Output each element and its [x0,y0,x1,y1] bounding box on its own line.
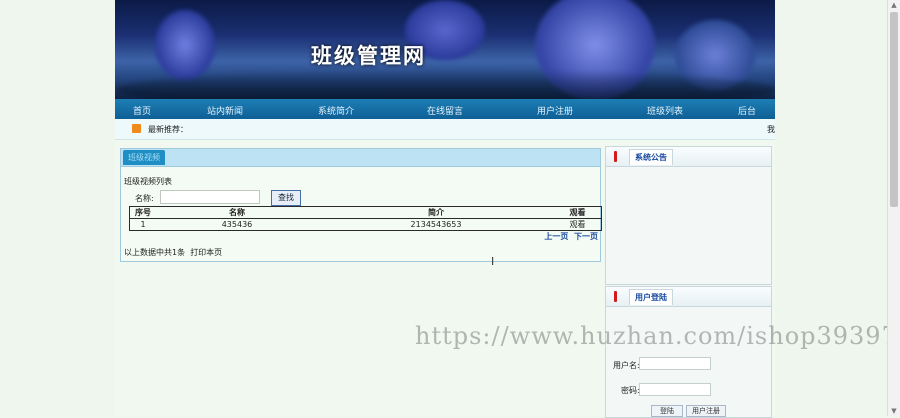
record-count: 以上数据中共1条 [124,248,186,257]
row-intro: 2134543653 [410,220,462,229]
tab-class-video[interactable]: 班级视频 [123,150,165,165]
name-label: 名称: [135,194,154,203]
search-button[interactable]: 查找 [271,190,301,206]
banner: 班级管理网 [115,0,775,99]
username-input[interactable] [639,357,711,370]
row-name: 435436 [221,220,253,229]
username-label: 用户名: [613,361,640,370]
password-label: 密码: [621,386,640,395]
recommend-label: 最新推荐： [148,125,188,134]
page: 班级管理网 首页 站内新闻 系统简介 在线留言 用户注册 班级列表 后台 最新推… [115,0,775,418]
table-header: 序号 名称 简介 观看 [129,206,602,219]
rss-icon [132,124,141,133]
nav-about[interactable]: 系统简介 [318,104,354,117]
watch-link[interactable]: 观看 [554,219,602,231]
info-icon [614,151,617,162]
password-input[interactable] [639,383,711,396]
login-panel: 用户登陆 用户名: 密码: 登陆 用户注册 [605,286,772,418]
scroll-up-icon[interactable]: ▲ [890,1,898,9]
nav-admin[interactable]: 后台 [738,104,756,117]
vertical-scrollbar[interactable]: ▲ ▼ [887,0,900,416]
recommend-bar: 最新推荐： 我 [115,119,775,140]
table-row: 1 435436 2134543653 观看 [130,219,602,231]
text-cursor-icon: I [491,255,495,268]
name-search-input[interactable] [160,190,260,204]
nav-news[interactable]: 站内新闻 [207,104,243,117]
video-panel: 班级视频 班级视频列表 名称: 查找 序号 名称 简介 观看 1 435436 … [120,148,602,262]
col-name: 名称 [156,206,318,219]
register-button[interactable]: 用户注册 [686,405,726,417]
video-table: 序号 名称 简介 观看 1 435436 2134543653 观看 [129,206,602,231]
summary-line: 以上数据中共1条 打印本页 [124,247,222,258]
nav-class-list[interactable]: 班级列表 [647,104,683,117]
nav-message[interactable]: 在线留言 [427,104,463,117]
scroll-down-icon[interactable]: ▼ [890,407,898,415]
watermark: https://www.huzhan.com/ishop39397 [415,322,898,350]
announcement-title: 系统公告 [629,149,673,165]
col-index: 序号 [129,206,156,219]
login-button[interactable]: 登陆 [651,405,683,417]
col-watch: 观看 [554,206,602,219]
next-page-link[interactable]: 下一页 [574,232,598,241]
main-nav: 首页 站内新闻 系统简介 在线留言 用户注册 班级列表 后台 [115,99,775,119]
col-intro: 简介 [318,206,554,219]
video-panel-header: 班级视频 [121,149,600,167]
login-header: 用户登陆 [606,287,771,307]
video-list-title: 班级视频列表 [124,177,172,186]
print-link[interactable]: 打印本页 [190,248,222,257]
nav-home[interactable]: 首页 [133,104,151,117]
nav-register[interactable]: 用户注册 [537,104,573,117]
pager: 上一页 下一页 [544,231,598,242]
site-title: 班级管理网 [311,43,426,68]
prev-page-link[interactable]: 上一页 [544,232,568,241]
row-index: 1 [140,220,146,229]
announcement-header: 系统公告 [606,147,771,167]
marquee-text[interactable]: 我 [767,124,775,135]
info-icon [614,291,617,302]
login-title: 用户登陆 [629,289,673,305]
scroll-thumb[interactable] [890,12,898,207]
announcement-panel: 系统公告 [605,146,772,285]
